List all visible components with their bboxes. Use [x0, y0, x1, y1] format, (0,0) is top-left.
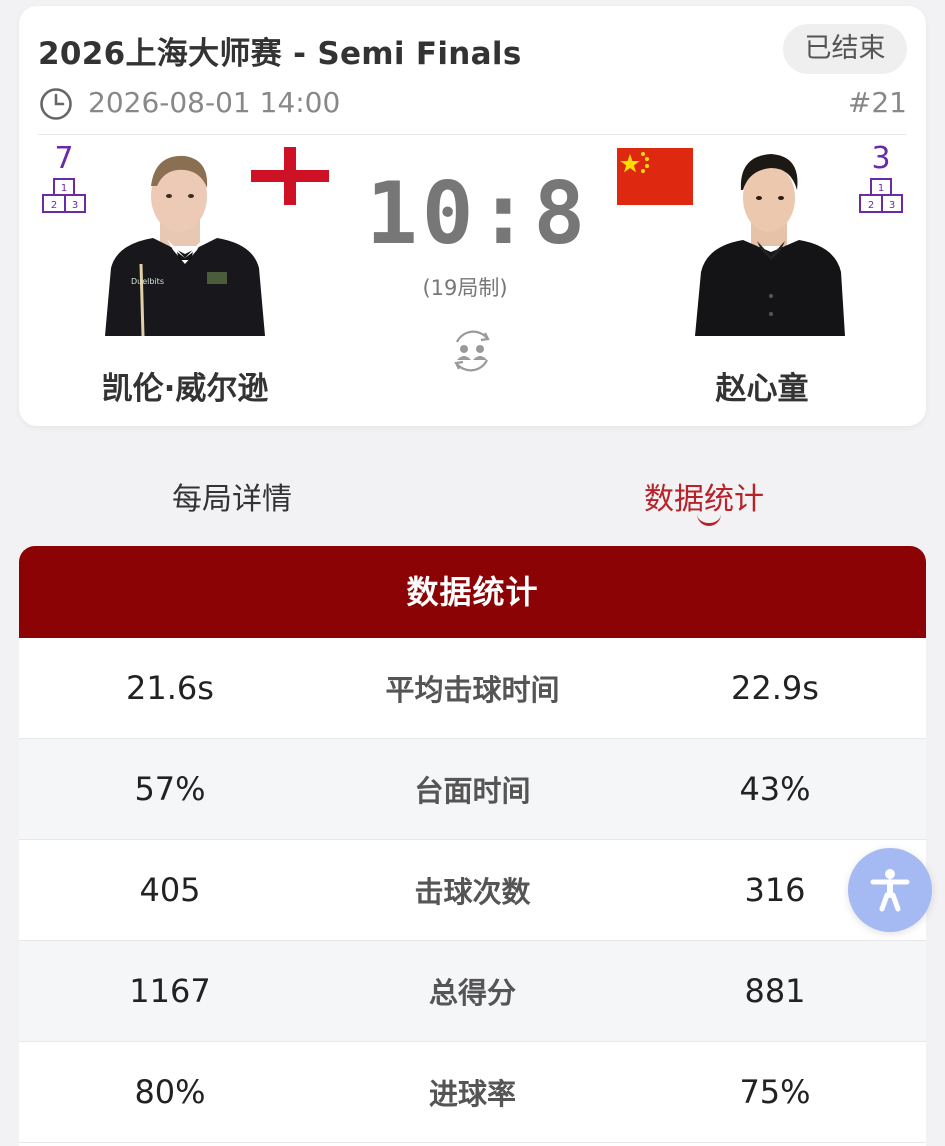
match-title: 2026上海大师赛 - Semi Finals	[38, 36, 522, 72]
stat-row: 57% 台面时间 43%	[19, 739, 926, 840]
stat-label: 击球次数	[414, 875, 531, 909]
china-flag-icon	[617, 148, 693, 205]
stat-right-value: 75%	[739, 1073, 811, 1111]
rank-number-right: 3	[871, 141, 891, 176]
match-datetime: 2026-08-01 14:00	[88, 86, 341, 119]
player-avatar-right[interactable]	[693, 146, 853, 336]
stat-row: 80% 进球率 75%	[19, 1042, 926, 1143]
stat-left-value: 57%	[134, 770, 206, 808]
stat-row: 405 击球次数 316	[19, 840, 926, 941]
match-format: (19局制)	[422, 276, 508, 300]
accessibility-button[interactable]	[848, 848, 932, 932]
tab-statistics[interactable]: 数据统计	[644, 474, 764, 518]
stat-left-value: 405	[139, 871, 201, 909]
podium-icon: 1 2 3	[42, 178, 86, 213]
match-number: #21	[847, 86, 907, 119]
rank-number-left: 7	[54, 141, 74, 176]
stat-label: 进球率	[428, 1077, 516, 1111]
stat-label: 平均击球时间	[385, 673, 560, 707]
swap-players-icon[interactable]	[449, 328, 495, 374]
podium-second: 2	[868, 200, 874, 211]
stat-row: 21.6s 平均击球时间 22.9s	[19, 638, 926, 739]
stat-label: 总得分	[428, 976, 516, 1010]
divider	[38, 134, 907, 135]
podium-second: 2	[51, 200, 57, 211]
rank-badge-left: 7 1 2 3	[40, 144, 88, 214]
stats-panel: 数据统计 21.6s 平均击球时间 22.9s 57% 台面时间 43% 405…	[19, 546, 926, 1146]
status-badge: 已结束	[783, 24, 907, 74]
player-avatar-left[interactable]: Duelbits	[105, 146, 265, 336]
match-card: 2026上海大师赛 - Semi Finals 已结束 2026-08-01 1…	[19, 6, 926, 426]
england-flag-icon	[251, 147, 329, 205]
stat-right-value: 43%	[739, 770, 811, 808]
podium-third: 3	[72, 200, 78, 211]
player-name-right[interactable]: 赵心童	[632, 363, 892, 408]
match-score: 10:8	[366, 164, 590, 264]
podium-first: 1	[61, 183, 67, 194]
rank-badge-right: 3 1 2 3	[857, 144, 905, 214]
stat-label: 台面时间	[414, 774, 531, 808]
tab-frame-details[interactable]: 每局详情	[172, 474, 292, 518]
podium-third: 3	[889, 200, 895, 211]
svg-text:Duelbits: Duelbits	[131, 277, 164, 286]
player-name-left[interactable]: 凯伦·威尔逊	[55, 363, 315, 408]
stat-right-value: 22.9s	[731, 669, 819, 707]
stat-right-value: 881	[744, 972, 806, 1010]
stat-left-value: 21.6s	[126, 669, 214, 707]
stats-header: 数据统计	[19, 546, 926, 638]
stat-left-value: 1167	[129, 972, 211, 1010]
stat-left-value: 80%	[134, 1073, 206, 1111]
clock-icon	[40, 88, 72, 120]
accessibility-icon	[870, 869, 910, 912]
active-tab-indicator	[697, 513, 721, 526]
stat-row: 1167 总得分 881	[19, 941, 926, 1042]
podium-first: 1	[878, 183, 884, 194]
podium-icon: 1 2 3	[859, 178, 903, 213]
